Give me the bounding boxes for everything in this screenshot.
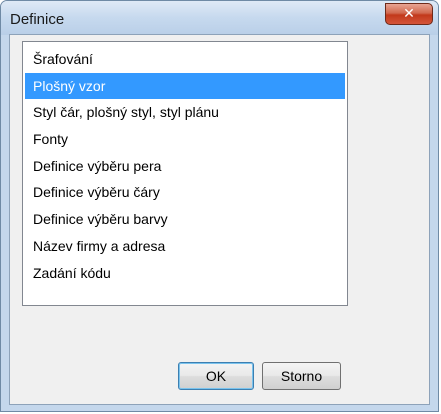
ok-button[interactable]: OK	[178, 362, 254, 390]
cancel-button[interactable]: Storno	[262, 362, 341, 390]
list-item[interactable]: Definice výběru čáry	[25, 179, 345, 206]
title-bar[interactable]: Definice ✕	[1, 1, 438, 35]
list-item[interactable]: Definice výběru pera	[25, 153, 345, 180]
dialog-title: Definice	[10, 11, 65, 28]
list-item[interactable]: Zadání kódu	[25, 260, 345, 287]
list-item[interactable]: Šrafování	[25, 46, 345, 73]
definition-list[interactable]: Šrafování Plošný vzor Styl čár, plošný s…	[22, 41, 348, 306]
list-item[interactable]: Styl čár, plošný styl, styl plánu	[25, 99, 345, 126]
close-icon: ✕	[403, 6, 415, 22]
list-item[interactable]: Definice výběru barvy	[25, 206, 345, 233]
list-item[interactable]: Fonty	[25, 126, 345, 153]
list-item[interactable]: Název firmy a adresa	[25, 233, 345, 260]
close-button[interactable]: ✕	[385, 3, 433, 25]
list-item-selected[interactable]: Plošný vzor	[25, 72, 345, 100]
